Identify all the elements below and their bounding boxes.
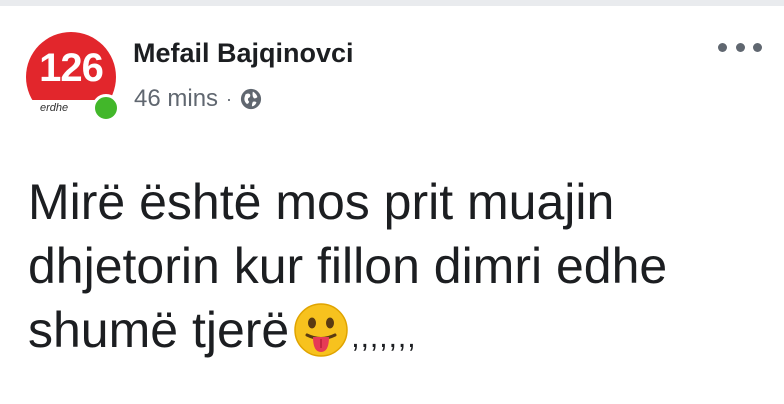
meta-separator: · xyxy=(226,88,233,109)
author-name[interactable]: Mefail Bajqinovci xyxy=(133,38,354,69)
trailing-commas: ,,,,,,, xyxy=(351,321,417,354)
more-options-icon[interactable] xyxy=(718,40,762,54)
avatar-number: 126 xyxy=(39,46,104,90)
post-text-line: dhjetorin kur fillon dimri edhe xyxy=(28,238,668,294)
globe-icon[interactable] xyxy=(240,88,262,110)
more-dot xyxy=(718,42,727,52)
post-text-line-last: shumë tjerë ,,,,,,, xyxy=(28,298,748,370)
avatar-text: erdhe xyxy=(40,102,69,114)
post-text-line: shumë tjerë xyxy=(28,302,290,358)
post-meta: 46 mins · xyxy=(134,84,262,114)
tongue-out-emoji xyxy=(294,303,348,357)
post-time[interactable]: 46 mins xyxy=(134,85,218,113)
more-dot xyxy=(753,42,762,52)
online-status-icon xyxy=(92,94,120,122)
post-text-line: Mirë është mos prit muajin xyxy=(28,174,615,230)
post-body: Mirë është mos prit muajin dhjetorin kur… xyxy=(28,170,748,370)
top-divider xyxy=(0,0,784,6)
more-dot xyxy=(735,42,745,52)
